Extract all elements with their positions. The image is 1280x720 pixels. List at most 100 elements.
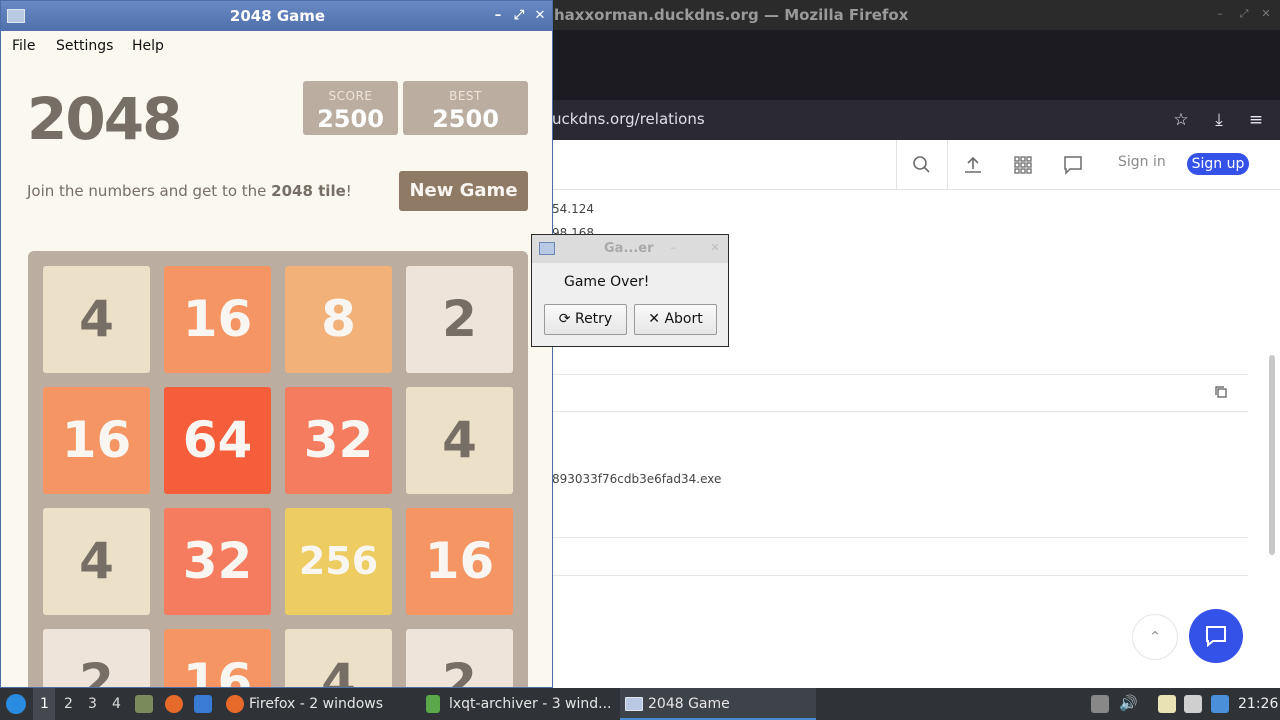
game-window-title: 2048 Game [229, 7, 326, 25]
divider [552, 537, 1248, 538]
workspace-4[interactable]: 4 [112, 696, 121, 712]
tile: 64 [164, 387, 271, 494]
divider [552, 411, 1248, 412]
tile: 2 [43, 629, 150, 687]
menu-settings[interactable]: Settings [56, 38, 113, 54]
tile: 16 [164, 629, 271, 687]
firefox-navbar: uckdns.org/relations ☆ ⤓ ≡ [552, 100, 1280, 140]
apps-grid-icon[interactable] [1010, 152, 1036, 178]
tile: 2 [406, 266, 513, 373]
download-icon[interactable]: ⤓ [1207, 108, 1231, 132]
refresh-icon: ⟳ [558, 311, 571, 327]
search-icon [909, 152, 935, 178]
retry-button[interactable]: ⟳ Retry [544, 304, 627, 335]
dialog-message: Game Over! [564, 274, 650, 290]
ip-text: 54.124 [552, 202, 594, 216]
tile: 32 [164, 508, 271, 615]
window-icon [625, 697, 643, 711]
menu-icon[interactable]: ≡ [1244, 108, 1268, 132]
tile: 16 [406, 508, 513, 615]
minimize-icon[interactable]: – [490, 8, 506, 24]
firefox-page-content: Sign in Sign up 54.124 98.168 893033f76c… [552, 140, 1280, 688]
archiver-icon [426, 695, 440, 713]
firefox-icon[interactable] [165, 695, 183, 713]
monitor-icon[interactable] [1184, 695, 1202, 713]
close-icon[interactable]: ✕ [532, 8, 548, 24]
tile: 16 [43, 387, 150, 494]
game-board: 4 16 8 2 16 64 32 4 4 32 256 16 2 16 4 2 [28, 251, 528, 687]
tile: 32 [285, 387, 392, 494]
task-archiver[interactable]: lxqt-archiver - 3 wind... [422, 688, 614, 720]
firefox-titlebar: haxxorman.duckdns.org — Mozilla Firefox … [552, 0, 1280, 30]
minimize-icon[interactable]: – [666, 241, 680, 255]
url-bar[interactable]: uckdns.org/relations [552, 106, 1162, 134]
tile: 16 [164, 266, 271, 373]
workspace-2[interactable]: 2 [64, 696, 73, 712]
sign-in-link[interactable]: Sign in [1118, 154, 1166, 170]
score-value: 2500 [317, 105, 384, 133]
window-icon [539, 242, 555, 255]
divider [552, 374, 1248, 375]
abort-button[interactable]: ✕ Abort [634, 304, 717, 335]
upload-icon[interactable] [960, 152, 986, 178]
new-game-button[interactable]: New Game [399, 171, 528, 211]
divider [552, 575, 1248, 576]
file-manager-icon[interactable] [135, 695, 153, 713]
volume-icon[interactable]: 🔊 [1119, 694, 1138, 712]
chevron-up-icon: ⌃ [1148, 628, 1162, 646]
workspace-3[interactable]: 3 [88, 696, 97, 712]
close-icon[interactable]: ✕ [708, 241, 722, 255]
chat-icon[interactable] [1060, 152, 1086, 178]
task-firefox[interactable]: Firefox - 2 windows [222, 688, 416, 720]
game-titlebar[interactable]: 2048 Game – ⤢ ✕ [1, 1, 552, 31]
menu-bar: File Settings Help [1, 31, 552, 61]
filename-text[interactable]: 893033f76cdb3e6fad34.exe [552, 472, 721, 486]
menu-help[interactable]: Help [132, 38, 164, 54]
taskbar: 1 2 3 4 Firefox - 2 windows lxqt-archive… [0, 688, 1280, 720]
chat-fab-button[interactable] [1189, 609, 1243, 663]
firefox-icon [226, 695, 244, 713]
clock: 21:26 [1238, 696, 1279, 712]
close-icon[interactable]: ✕ [1260, 8, 1272, 20]
bookmark-star-icon[interactable]: ☆ [1169, 108, 1193, 132]
menu-file[interactable]: File [12, 38, 35, 54]
tile: 4 [43, 266, 150, 373]
site-header: Sign in Sign up [552, 140, 1280, 190]
minimize-icon[interactable]: – [1214, 8, 1226, 20]
scrollbar[interactable] [1269, 355, 1275, 555]
start-menu-icon[interactable] [6, 694, 26, 714]
dialog-titlebar[interactable]: Ga...er – ✕ [532, 235, 728, 263]
update-icon[interactable] [1211, 695, 1229, 713]
tile: 2 [406, 629, 513, 687]
clipboard-icon[interactable] [1158, 695, 1176, 713]
score-box: SCORE 2500 [303, 81, 398, 135]
firefox-window-title: haxxorman.duckdns.org — Mozilla Firefox [554, 6, 909, 24]
copy-icon[interactable] [1214, 385, 1228, 399]
game-over-dialog: Ga...er – ✕ Game Over! ⟳ Retry ✕ Abort [531, 234, 729, 347]
desktop-icon[interactable] [194, 695, 212, 713]
intro-text: Join the numbers and get to the 2048 til… [27, 182, 352, 200]
tile: 256 [285, 508, 392, 615]
tile: 4 [406, 387, 513, 494]
game-window: 2048 Game – ⤢ ✕ File Settings Help 2048 … [0, 0, 553, 688]
game-heading: 2048 [27, 85, 182, 153]
chat-icon [1206, 626, 1226, 648]
maximize-icon[interactable]: ⤢ [1238, 8, 1250, 20]
tray-up-icon[interactable] [1091, 695, 1109, 713]
close-icon: ✕ [648, 311, 660, 327]
maximize-icon[interactable]: ⤢ [511, 8, 527, 24]
task-2048[interactable]: 2048 Game [620, 688, 816, 720]
workspace-1[interactable]: 1 [40, 696, 49, 712]
scroll-to-top-button[interactable]: ⌃ [1132, 614, 1178, 660]
tile: 8 [285, 266, 392, 373]
firefox-tab-strip [552, 30, 1280, 100]
sign-up-button[interactable]: Sign up [1187, 153, 1249, 175]
search-button[interactable] [896, 140, 948, 190]
tile: 4 [285, 629, 392, 687]
best-box: BEST 2500 [403, 81, 528, 135]
best-value: 2500 [432, 105, 499, 133]
dialog-title: Ga...er [604, 241, 654, 256]
best-label: BEST [449, 89, 482, 103]
tile: 4 [43, 508, 150, 615]
score-label: SCORE [328, 89, 373, 103]
